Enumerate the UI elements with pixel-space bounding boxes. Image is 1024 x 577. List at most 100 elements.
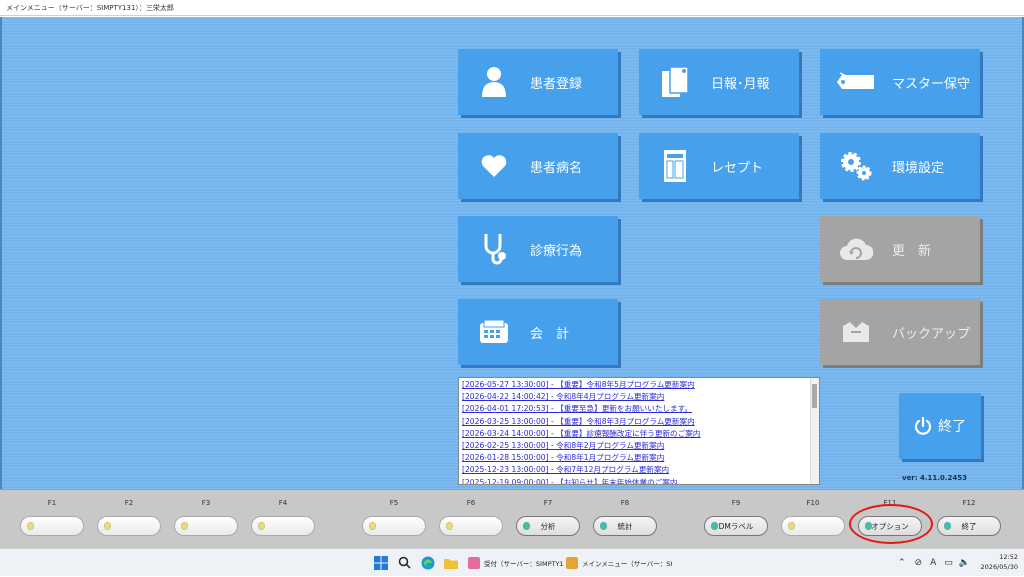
tile-label: 更 新 <box>892 243 932 259</box>
led-icon <box>788 522 795 530</box>
fkey-f12: F12 終了 <box>937 490 1001 536</box>
fkey-button-analysis[interactable]: 分析 <box>516 516 580 536</box>
news-list-box[interactable]: [2026-05-27 13:30:00] - 【重要】令和8年5月プログラム更… <box>458 377 820 485</box>
fkey-text: 分析 <box>540 521 556 531</box>
ime-letter[interactable]: A <box>930 558 936 568</box>
tile-master-maintenance[interactable]: マスター保守 <box>820 49 980 115</box>
fkey-f5: F5 <box>362 490 426 536</box>
news-link[interactable]: [2026-05-27 13:30:00] - 【重要】令和8年5月プログラム更… <box>462 379 819 391</box>
tile-label: 患者登録 <box>530 76 583 92</box>
led-icon <box>600 522 607 530</box>
fkey-button[interactable] <box>97 516 161 536</box>
fkey-button[interactable] <box>174 516 238 536</box>
stethoscope-icon <box>458 232 530 266</box>
chevron-up-icon[interactable]: ⌃ <box>898 558 906 568</box>
taskbar: 受付（サーバー：SIMPTY1 メインメニュー（サーバー：SI ⌃ ⊘ A ▭ … <box>0 548 1024 576</box>
system-tray: ⌃ ⊘ A ▭ 🔈 <box>898 549 970 577</box>
fkey-label: F10 <box>806 499 820 507</box>
tile-daily-monthly-report[interactable]: 日報･月報 <box>639 49 799 115</box>
news-link[interactable]: [2026-02-25 13:00:00] - 令和8年2月プログラム更新案内 <box>462 440 819 452</box>
news-link[interactable]: [2025-12-19 09:00:00] - 【お知らせ】年末年始休業のご案内 <box>462 477 819 484</box>
news-link[interactable]: [2025-12-23 13:00:00] - 令和7年12月プログラム更新案内 <box>462 464 819 476</box>
edge-browser-icon[interactable] <box>420 555 435 570</box>
tile-label: 診療行為 <box>530 243 583 259</box>
fkey-text: 統計 <box>617 521 633 531</box>
news-link[interactable]: [2026-03-24 14:00:00] - 【重要】診療報酬改定に伴う更新の… <box>462 428 819 440</box>
speaker-icon[interactable]: 🔈 <box>959 558 970 568</box>
news-link[interactable]: [2026-03-25 13:00:00] - 【重要】令和8年3月プログラム更… <box>462 416 819 428</box>
tile-label: 日報･月報 <box>711 76 770 92</box>
tile-backup[interactable]: バックアップ <box>820 299 980 365</box>
news-link[interactable]: [2026-01-28 15:00:00] - 令和8年1月プログラム更新案内 <box>462 452 819 464</box>
cloud-refresh-icon <box>820 236 892 262</box>
hidden-eye-icon[interactable]: ⊘ <box>915 558 923 568</box>
heart-icon <box>458 154 530 178</box>
exit-button[interactable]: 終了 <box>899 393 981 459</box>
led-icon <box>944 522 951 530</box>
fkey-label: F3 <box>201 499 211 507</box>
tile-environment-settings[interactable]: 環境設定 <box>820 133 980 199</box>
news-scrollbar[interactable] <box>810 378 819 484</box>
reception-app-icon <box>468 557 480 569</box>
power-icon <box>914 417 932 435</box>
led-icon <box>181 522 188 530</box>
display-icon[interactable]: ▭ <box>944 558 953 568</box>
tile-label: レセプト <box>711 160 764 176</box>
person-icon <box>458 66 530 98</box>
search-icon[interactable] <box>397 555 412 570</box>
led-icon <box>711 522 718 530</box>
fkey-button[interactable] <box>781 516 845 536</box>
file-explorer-icon[interactable] <box>443 555 458 570</box>
fkey-button[interactable] <box>439 516 503 536</box>
tile-label: マスター保守 <box>892 76 971 92</box>
led-icon <box>258 522 265 530</box>
register-icon <box>458 319 530 345</box>
news-link[interactable]: [2026-04-01 17:20:53] - 【重要至急】更新をお願いいたしま… <box>462 403 819 415</box>
documents-icon <box>639 65 711 99</box>
fkey-text: 終了 <box>961 521 977 531</box>
fkey-label: F9 <box>731 499 741 507</box>
tile-patient-disease[interactable]: 患者病名 <box>458 133 618 199</box>
fkey-button-exit[interactable]: 終了 <box>937 516 1001 536</box>
clock-date: 2026/05/30 <box>980 563 1018 571</box>
led-icon <box>369 522 376 530</box>
tile-patient-registration[interactable]: 患者登録 <box>458 49 618 115</box>
tile-label: 環境設定 <box>892 160 945 176</box>
fkey-f10: F10 <box>781 490 845 536</box>
fkey-button-dm-label[interactable]: DMラベル <box>704 516 768 536</box>
tile-update[interactable]: 更 新 <box>820 216 980 282</box>
fkey-f9: F9 DMラベル <box>704 490 768 536</box>
tile-medical-practice[interactable]: 診療行為 <box>458 216 618 282</box>
tile-label: 会 計 <box>530 326 570 342</box>
box-icon <box>820 320 892 344</box>
main-menu-area: 患者登録 日報･月報 マスター保守 患者病名 レセプト 環境設定 診療行為 更 … <box>0 17 1024 489</box>
led-icon <box>523 522 530 530</box>
fkey-button[interactable] <box>251 516 315 536</box>
fkey-f4: F4 <box>251 490 315 536</box>
clock-time: 12:52 <box>999 553 1018 561</box>
taskbar-app-reception[interactable]: 受付（サーバー：SIMPTY1 <box>468 554 564 572</box>
taskbar-app-main-menu[interactable]: メインメニュー（サーバー：SI <box>566 554 672 572</box>
main-menu-app-icon <box>566 557 578 569</box>
fkey-f8: F8 統計 <box>593 490 657 536</box>
fkey-label: F2 <box>124 499 134 507</box>
fkey-button[interactable] <box>362 516 426 536</box>
tile-label: 患者病名 <box>530 160 583 176</box>
fkey-button-statistics[interactable]: 統計 <box>593 516 657 536</box>
fkey-text: DMラベル <box>718 521 754 531</box>
fkey-f3: F3 <box>174 490 238 536</box>
scrollbar-thumb[interactable] <box>812 384 817 408</box>
taskbar-clock[interactable]: 12:52 2026/05/30 <box>981 552 1018 572</box>
taskbar-app-label: 受付（サーバー：SIMPTY1 <box>484 560 564 568</box>
fkey-label: F7 <box>543 499 553 507</box>
version-text: ver: 4.11.0.2453 <box>902 474 967 482</box>
led-icon <box>104 522 111 530</box>
tile-accounting[interactable]: 会 計 <box>458 299 618 365</box>
tile-receipt[interactable]: レセプト <box>639 133 799 199</box>
fkey-button[interactable] <box>20 516 84 536</box>
fkey-label: F4 <box>278 499 288 507</box>
fkey-label: F8 <box>620 499 630 507</box>
led-icon <box>27 522 34 530</box>
news-link[interactable]: [2026-04-22 14:00:42] - 令和8年4月プログラム更新案内 <box>462 391 819 403</box>
windows-start-icon[interactable] <box>373 555 388 570</box>
